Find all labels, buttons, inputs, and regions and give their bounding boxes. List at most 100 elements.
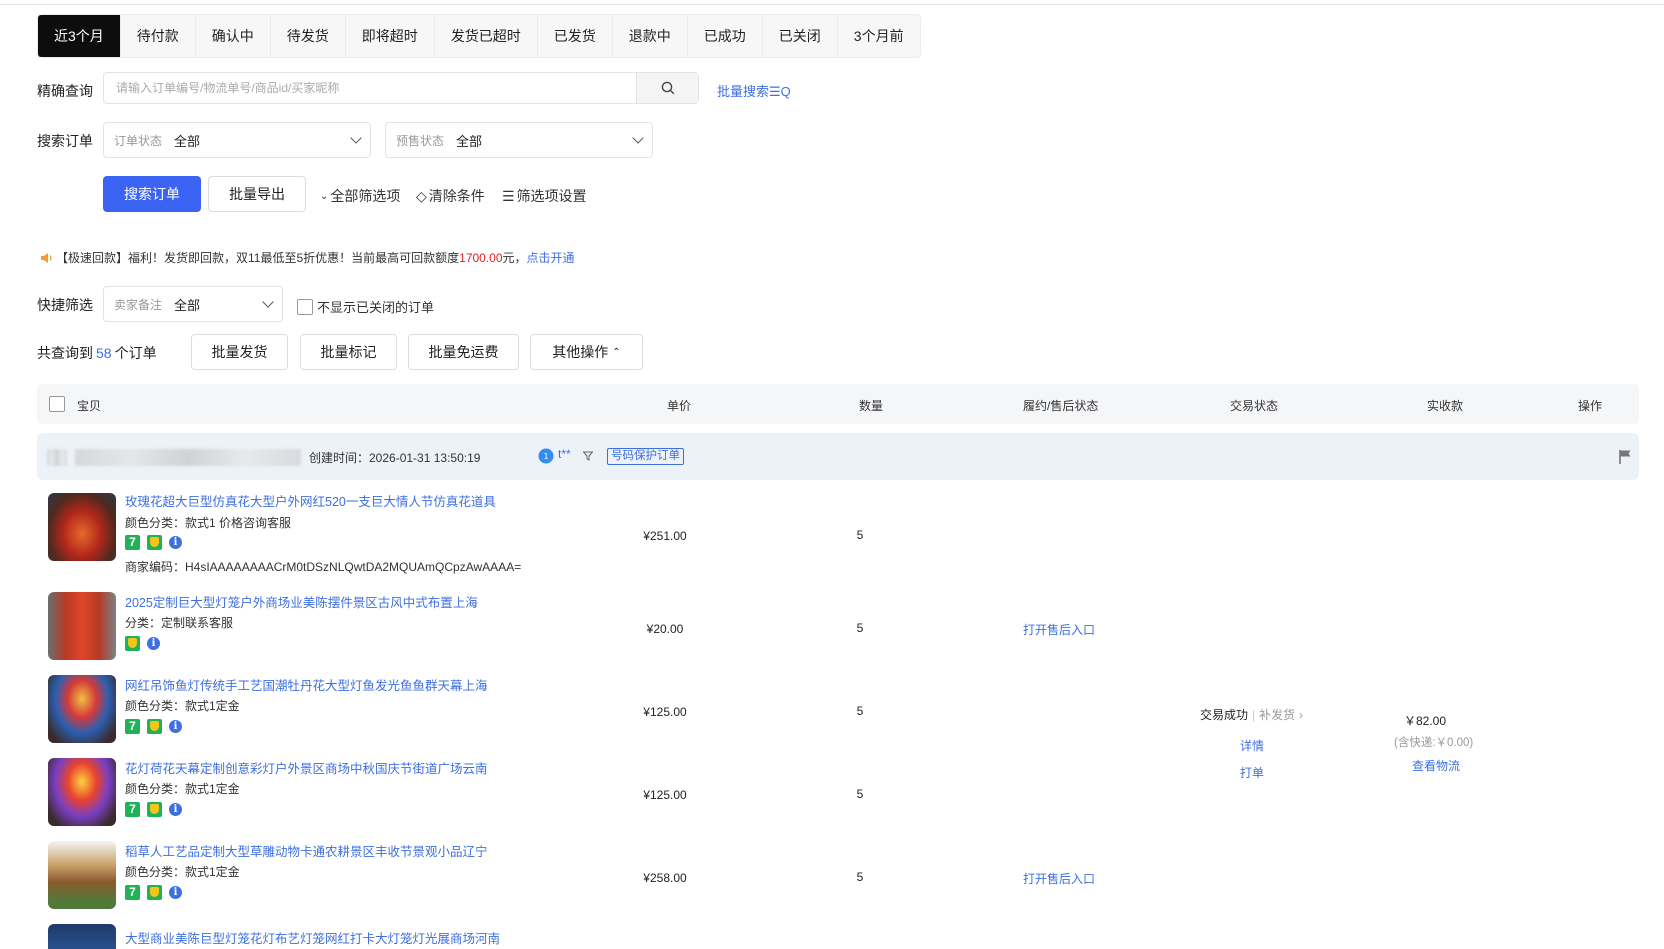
col-operation: 操作 — [1578, 399, 1603, 413]
chevron-down-icon — [350, 132, 362, 144]
product-sku: 颜色分类：款式1 价格咨询客服 — [125, 516, 292, 530]
info-icon[interactable]: i — [169, 803, 182, 816]
search-box — [103, 72, 699, 104]
print-order-link[interactable]: 打单 — [1240, 764, 1264, 781]
flag-icon[interactable] — [1618, 449, 1632, 464]
tab-recent-3-months[interactable]: 近3个月 — [38, 15, 121, 57]
product-title[interactable]: 网红吊饰鱼灯传统手工艺国潮牡丹花大型灯鱼发光鱼鱼群天幕上海 — [125, 675, 488, 694]
item-quantity: 5 — [856, 528, 864, 542]
order-status-select[interactable]: 订单状态 全部 — [103, 122, 371, 158]
search-input[interactable] — [104, 73, 636, 103]
batch-export-button[interactable]: 批量导出 — [208, 176, 306, 212]
list-item: 2025定制巨大型灯笼户外商场业美陈摆件景区古风中式布置上海 分类：定制联系客服… — [48, 592, 608, 662]
all-filters-toggle[interactable]: ⌄ 全部筛选项 — [320, 186, 400, 206]
summary-prefix: 共查询到 — [37, 345, 93, 361]
order-status-value: 全部 — [174, 133, 201, 149]
col-quantity: 数量 — [859, 399, 884, 413]
presale-status-select[interactable]: 预售状态 全部 — [385, 122, 653, 158]
hide-closed-option[interactable]: 不显示已关闭的订单 — [297, 297, 434, 316]
item-quantity: 5 — [856, 621, 864, 635]
tab-pending-payment[interactable]: 待付款 — [121, 15, 196, 57]
order-status-label: 订单状态 — [114, 133, 163, 148]
product-thumbnail[interactable] — [48, 758, 116, 826]
chevron-up-icon: ⌃ — [612, 346, 621, 358]
clear-conditions-label: 清除条件 — [428, 188, 485, 204]
list-item: 稻草人工艺品定制大型草雕动物卡通农耕景区丰收节景观小品辽宁 颜色分类：款式1定金… — [48, 841, 608, 911]
product-title[interactable]: 玫瑰花超大巨型仿真花大型户外网红520一支巨大情人节仿真花道具 — [125, 491, 496, 510]
info-icon[interactable]: i — [169, 536, 182, 549]
tab-closed[interactable]: 已关闭 — [763, 15, 838, 57]
product-thumbnail[interactable] — [48, 675, 116, 743]
hide-closed-label: 不显示已关闭的订单 — [317, 300, 435, 315]
open-after-sale-link[interactable]: 打开售后入口 — [1023, 870, 1095, 887]
info-icon[interactable]: i — [169, 720, 182, 733]
clear-conditions-button[interactable]: ◇ 清除条件 — [416, 186, 485, 206]
tab-refunding[interactable]: 退款中 — [613, 15, 688, 57]
status-divider: | — [1252, 707, 1256, 722]
list-item: 花灯荷花天幕定制创意彩灯户外景区商场中秋国庆节街道广场云南 颜色分类：款式1定金… — [48, 758, 608, 828]
tab-confirming[interactable]: 确认中 — [196, 15, 271, 57]
svg-text:1: 1 — [543, 452, 548, 461]
search-orders-button[interactable]: 搜索订单 — [103, 176, 201, 212]
guarantee-icon — [147, 719, 162, 734]
tab-about-to-timeout[interactable]: 即将超时 — [346, 15, 435, 57]
other-actions-button[interactable]: 其他操作 ⌃ — [530, 334, 643, 370]
resend-link[interactable]: 补发货 — [1259, 706, 1295, 723]
seller-note-label: 卖家备注 — [114, 297, 163, 312]
trade-status-text: 交易成功 — [1200, 708, 1249, 722]
product-thumbnail[interactable] — [48, 592, 116, 660]
tab-ship-timeout[interactable]: 发货已超时 — [435, 15, 538, 57]
filter-settings-button[interactable]: ☰ 筛选项设置 — [502, 186, 587, 206]
promo-notice: 【极速回款】福利！发货即回款，双11最低至5折优惠！当前最高可回款额度 1700… — [40, 249, 575, 266]
chat-icon[interactable]: 1 — [538, 448, 554, 464]
batch-mark-button[interactable]: 批量标记 — [300, 334, 397, 370]
buyer-name[interactable]: t** — [558, 447, 571, 461]
blurred-order-id — [47, 449, 67, 466]
product-thumbnail[interactable] — [48, 493, 116, 561]
list-item: 玫瑰花超大巨型仿真花大型户外网红520一支巨大情人节仿真花道具 颜色分类：款式1… — [48, 491, 608, 581]
notice-text: 【极速回款】福利！发货即回款，双11最低至5折优惠！当前最高可回款额度 — [56, 251, 460, 265]
select-all-checkbox[interactable] — [49, 396, 65, 412]
order-detail-link[interactable]: 详情 — [1240, 737, 1264, 754]
table-header: 宝贝 单价 数量 履约/售后状态 交易状态 实收款 操作 — [37, 384, 1639, 424]
search-icon — [661, 81, 674, 95]
notice-activate-link[interactable]: 点击开通 — [527, 249, 575, 266]
menu-icon: ☰ — [502, 187, 515, 204]
summary-suffix: 个订单 — [114, 345, 157, 361]
hide-closed-checkbox[interactable] — [297, 298, 313, 315]
batch-search-link[interactable]: 批量搜索☰Q — [717, 81, 791, 100]
batch-ship-button[interactable]: 批量发货 — [191, 334, 288, 370]
search-button[interactable] — [636, 73, 698, 103]
tab-to-ship[interactable]: 待发货 — [271, 15, 346, 57]
guarantee-icon — [147, 885, 162, 900]
product-title[interactable]: 稻草人工艺品定制大型草雕动物卡通农耕景区丰收节景观小品辽宁 — [125, 841, 488, 860]
item-price: ¥251.00 — [643, 529, 687, 543]
search-order-label: 搜索订单 — [37, 133, 93, 149]
batch-free-shipping-button[interactable]: 批量免运费 — [408, 334, 519, 370]
result-summary: 共查询到 58 个订单 — [37, 343, 157, 363]
col-received: 实收款 — [1427, 399, 1464, 413]
filter-icon[interactable] — [583, 451, 593, 461]
product-title[interactable]: 花灯荷花天幕定制创意彩灯户外景区商场中秋国庆节街道广场云南 — [125, 758, 488, 777]
seller-note-select[interactable]: 卖家备注 全部 — [103, 286, 283, 322]
info-icon[interactable]: i — [169, 886, 182, 899]
view-logistics-link[interactable]: 查看物流 — [1412, 757, 1460, 774]
tab-older-than-3-months[interactable]: 3个月前 — [838, 15, 920, 57]
product-thumbnail[interactable] — [48, 924, 116, 949]
product-sku: 颜色分类：款式1定金 — [125, 699, 240, 713]
product-thumbnail[interactable] — [48, 841, 116, 909]
tab-shipped[interactable]: 已发货 — [538, 15, 613, 57]
order-count: 58 — [96, 345, 112, 361]
tab-success[interactable]: 已成功 — [688, 15, 763, 57]
order-header: 创建时间：2026-01-31 13:50:19 1 t** 号码保护订单 — [37, 433, 1639, 480]
chevron-down-icon — [632, 132, 644, 144]
info-icon[interactable]: i — [147, 637, 160, 650]
service-badges: 7 i — [125, 719, 182, 734]
open-after-sale-link[interactable]: 打开售后入口 — [1023, 621, 1095, 638]
presale-status-value: 全部 — [456, 133, 483, 149]
product-title[interactable]: 大型商业美陈巨型灯笼花灯布艺灯笼网红打卡大灯笼灯光展商场河南 — [125, 928, 500, 947]
shipping-fee-note: (含快递:￥0.00) — [1394, 737, 1474, 749]
seven-day-return-icon: 7 — [125, 535, 140, 550]
product-title[interactable]: 2025定制巨大型灯笼户外商场业美陈摆件景区古风中式布置上海 — [125, 592, 478, 611]
other-actions-label: 其他操作 — [552, 344, 609, 360]
